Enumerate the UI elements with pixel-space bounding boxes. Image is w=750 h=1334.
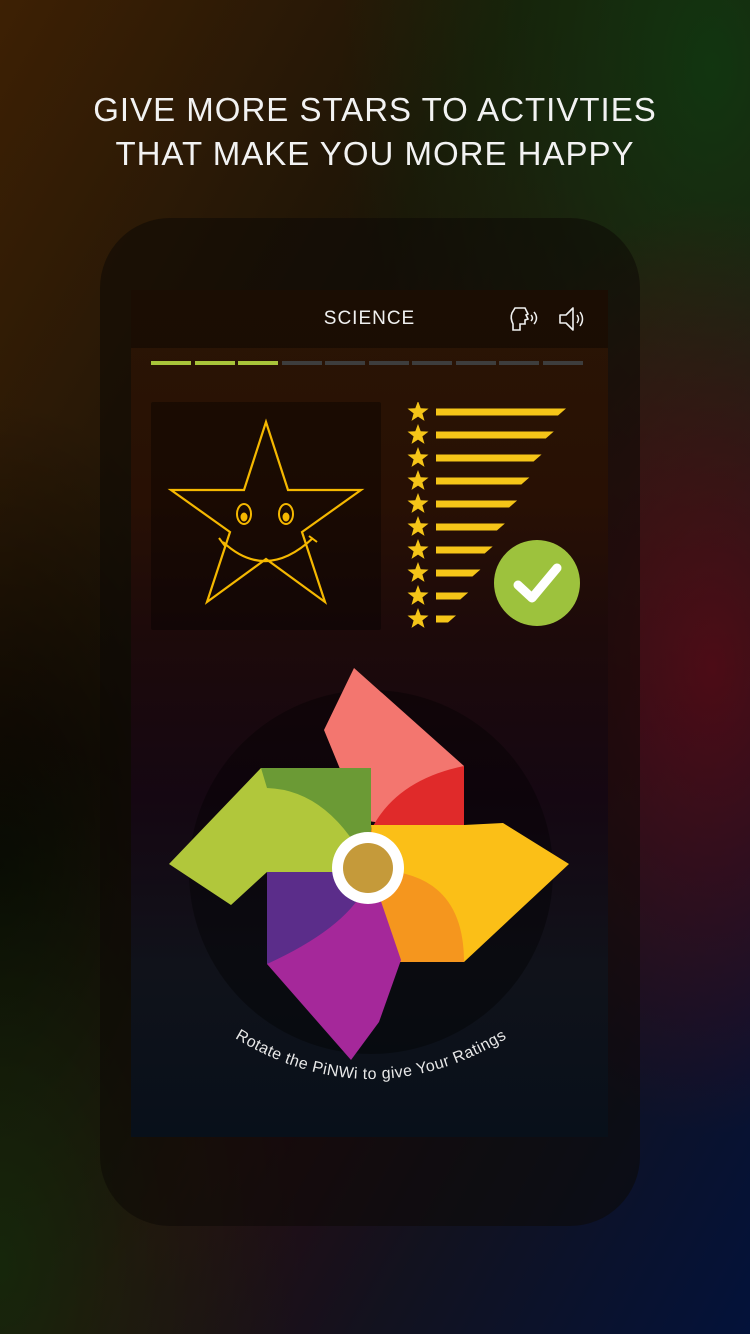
progress-segment — [151, 361, 192, 365]
activity-progress — [151, 361, 583, 365]
progress-segment — [412, 361, 453, 365]
progress-segment — [281, 361, 322, 365]
rating-level-bar[interactable] — [436, 546, 493, 554]
progress-segment — [368, 361, 409, 365]
rating-level-bar[interactable] — [436, 500, 518, 508]
star-icon — [407, 402, 429, 421]
instruction-text: Rotate the PiNWi to give Your Ratings — [233, 1027, 509, 1083]
star-icon — [407, 424, 429, 444]
star-icon — [407, 539, 429, 559]
speaking-head-icon[interactable] — [509, 304, 543, 334]
checkmark-icon — [513, 563, 562, 603]
rating-level-bar[interactable] — [436, 477, 530, 485]
svg-text:Rotate the PiNWi to give Your: Rotate the PiNWi to give Your Ratings — [233, 1027, 510, 1083]
top-bar: SCIENCE — [131, 290, 608, 348]
confirm-button[interactable] — [494, 540, 580, 626]
star-icon — [407, 447, 429, 467]
headline: GIVE MORE STARS TO ACTIVTIES THAT MAKE Y… — [0, 88, 750, 176]
headline-line-2: THAT MAKE YOU MORE HAPPY — [115, 135, 635, 172]
progress-segment — [325, 361, 366, 365]
rating-level-bar[interactable] — [436, 454, 542, 462]
rating-level-bar[interactable] — [436, 431, 554, 439]
progress-segment — [238, 361, 279, 365]
star-icon — [407, 608, 429, 628]
headline-line-1: GIVE MORE STARS TO ACTIVTIES — [93, 91, 657, 128]
speaker-icon[interactable] — [557, 304, 591, 334]
rating-level-bar[interactable] — [436, 569, 481, 577]
star-icon — [407, 493, 429, 513]
star-icon — [407, 585, 429, 605]
rotate-instruction: Rotate the PiNWi to give Your Ratings — [233, 1027, 510, 1083]
mascot-card — [151, 402, 381, 630]
star-icon — [407, 562, 429, 582]
star-icon — [407, 516, 429, 536]
phone-screen: SCIENCE Rotate the PiNWi to give Your Ra… — [131, 290, 608, 1137]
progress-segment — [542, 361, 583, 365]
rating-level-bar[interactable] — [436, 592, 469, 600]
rating-level-bar[interactable] — [436, 615, 456, 623]
progress-segment — [194, 361, 235, 365]
smiling-star-icon — [167, 418, 365, 605]
rating-level-bar[interactable] — [436, 408, 566, 416]
progress-segment — [455, 361, 496, 365]
rating-level-bar[interactable] — [436, 523, 505, 531]
progress-segment — [499, 361, 540, 365]
pinwheel-hub — [343, 843, 393, 893]
star-icon — [407, 470, 429, 490]
